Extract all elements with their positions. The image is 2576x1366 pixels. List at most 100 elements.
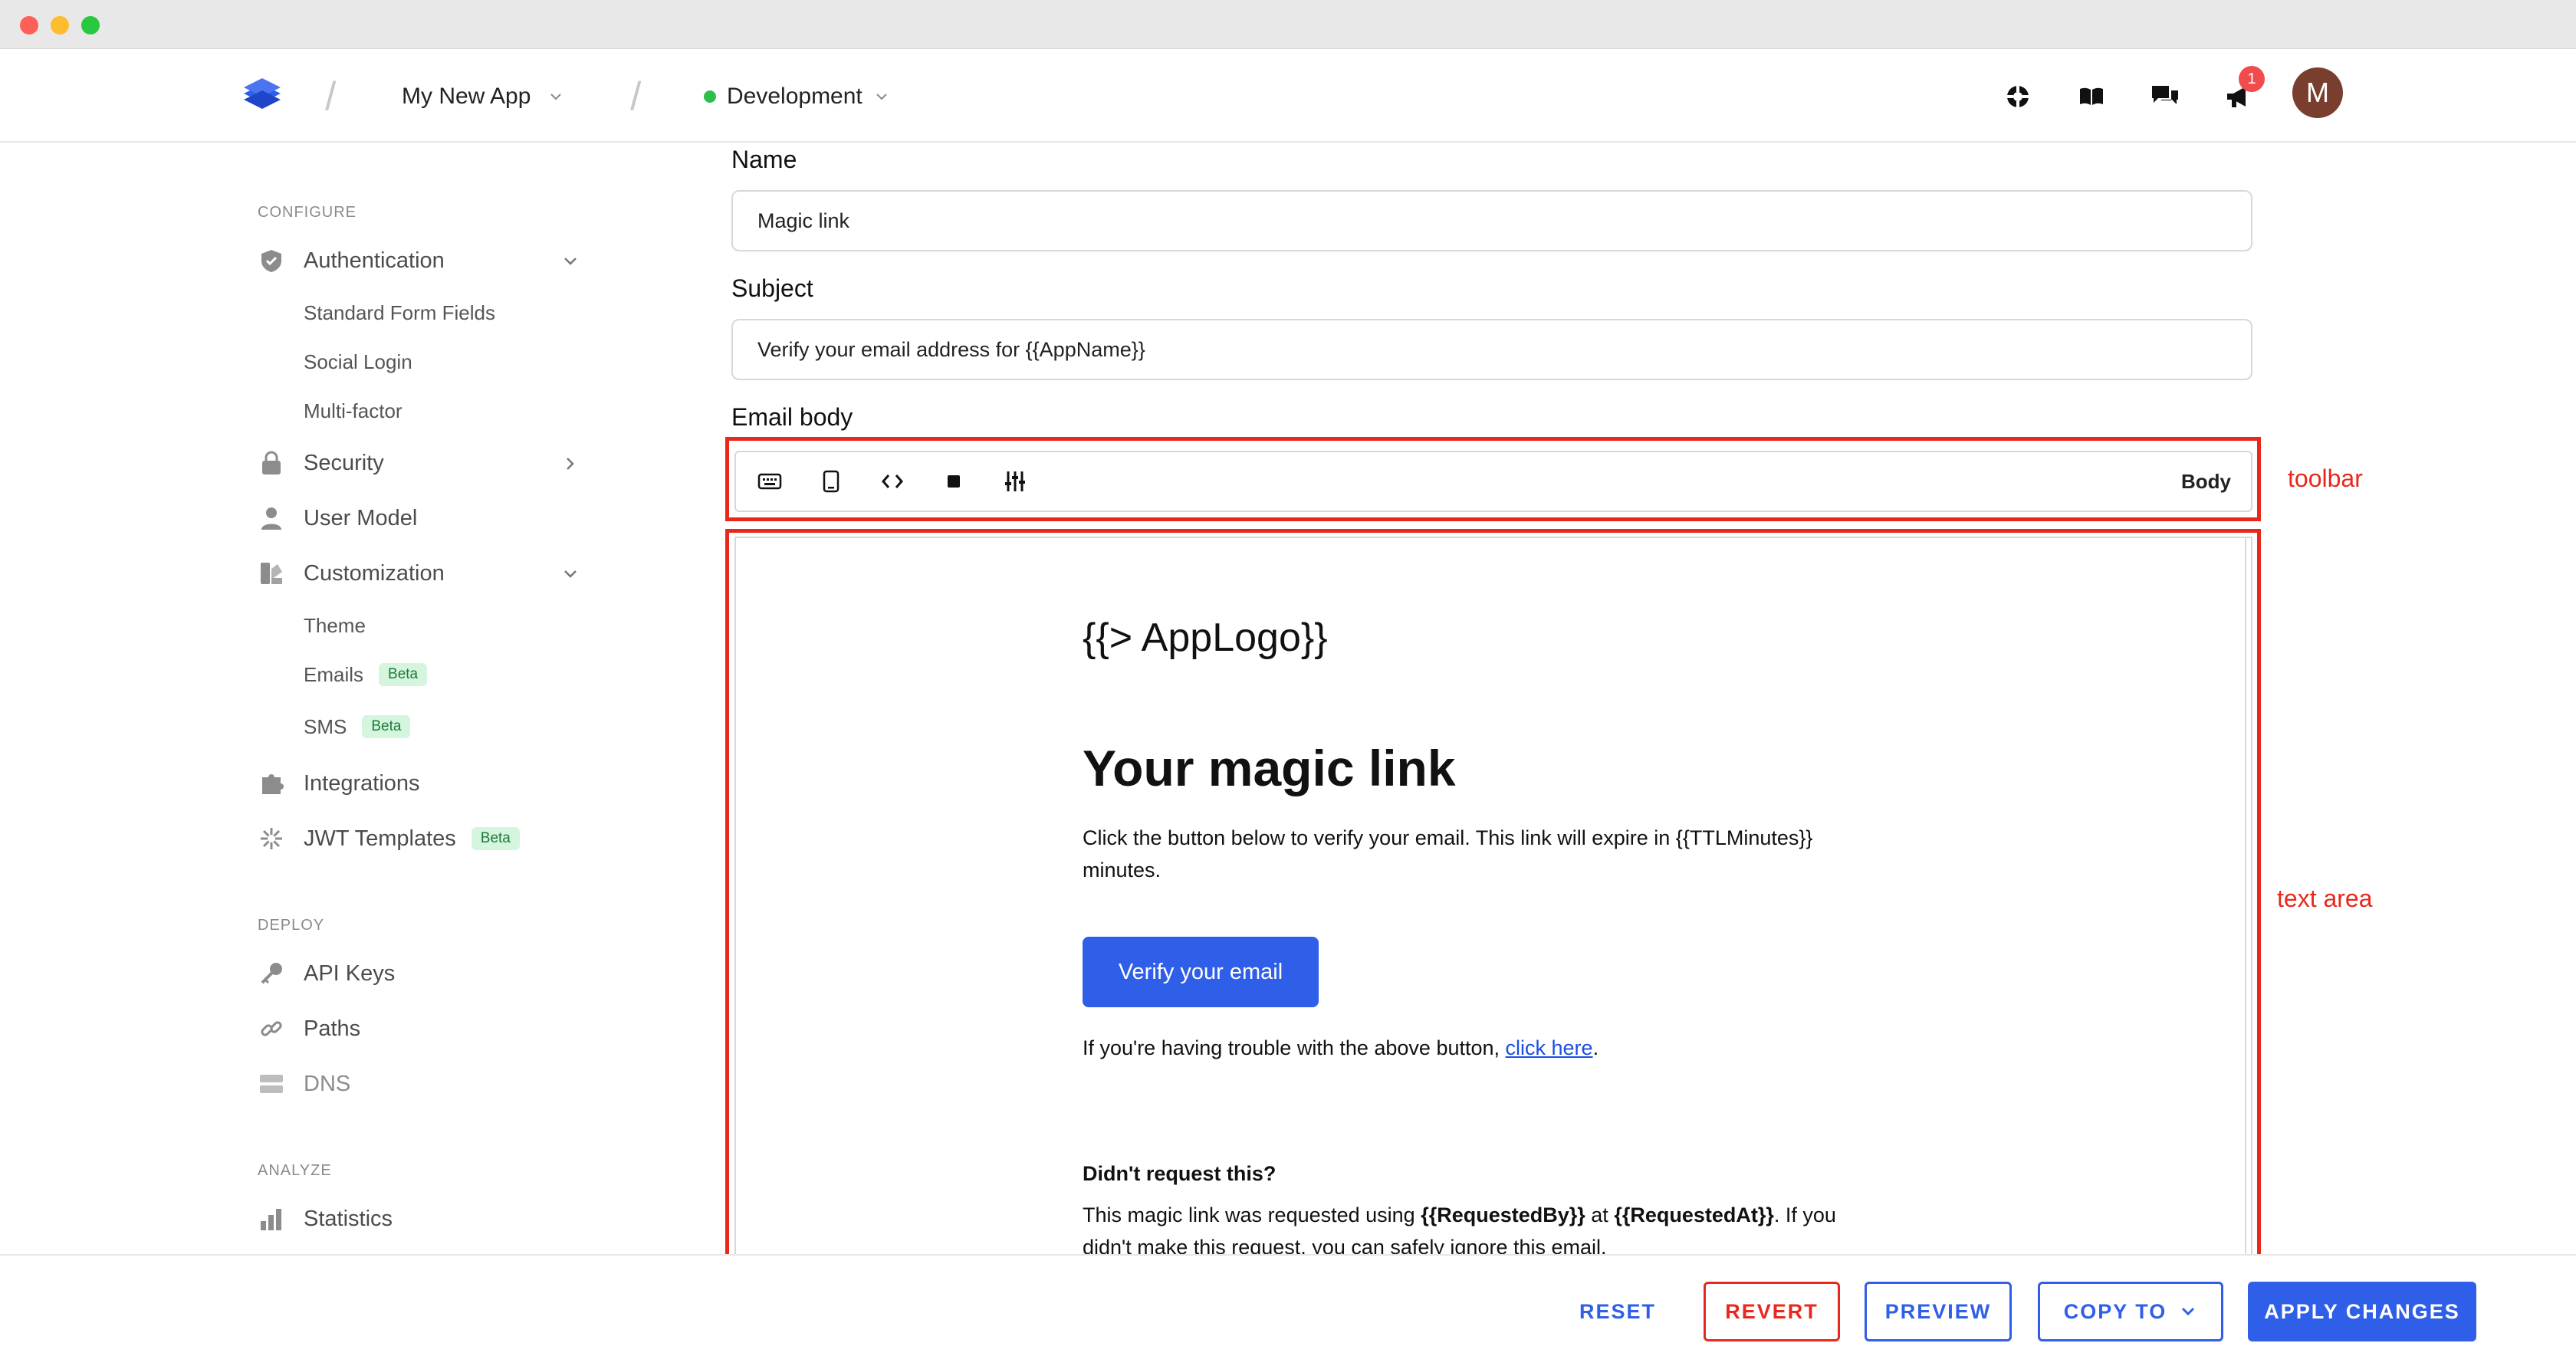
subject-label: Subject [731,274,813,302]
top-navigation: / My New App / Development 1 M [0,49,2576,143]
subject-field[interactable]: Verify your email address for {{AppName}… [731,319,2252,380]
email-logo-placeholder: {{> AppLogo}} [1083,616,1328,660]
chat-icon[interactable] [2147,78,2183,115]
section-label-analyze: ANALYZE [258,1162,332,1179]
sidebar-item-label: API Keys [304,960,396,986]
revert-button[interactable]: REVERT [1704,1282,1840,1341]
window-titlebar [0,0,2576,49]
sidebar-item-label: Security [304,450,384,475]
sidebar-item-label: Authentication [304,248,445,273]
email-footer-text: This magic link was requested using {{Re… [1083,1199,1880,1256]
mobile-view-icon[interactable] [813,463,849,500]
bar-chart-icon [258,1205,285,1233]
block-icon[interactable] [935,463,972,500]
chevron-down-icon [564,258,577,265]
editor-scrollbar[interactable] [2245,538,2246,1256]
sidebar-item-label: Emails [304,662,364,686]
sidebar-item-statistics[interactable]: Statistics [258,1200,580,1237]
sidebar-item-customization[interactable]: Customization [258,555,580,592]
click-here-link[interactable]: click here [1506,1036,1593,1059]
sidebar-item-security[interactable]: Security [258,445,580,481]
requested-by-variable: {{RequestedBy}} [1421,1203,1585,1226]
support-icon[interactable] [1999,78,2036,115]
beta-badge: Beta [379,663,428,686]
action-bar: RESET REVERT PREVIEW COPY TO APPLY CHANG… [0,1254,2576,1366]
name-field[interactable]: Magic link [731,190,2252,251]
copy-to-button[interactable]: COPY TO [2038,1282,2223,1341]
sidebar-item-authentication[interactable]: Authentication [258,242,580,279]
lock-icon [258,449,285,477]
sidebar-item-api-keys[interactable]: API Keys [258,955,580,992]
sidebar-item-multi-factor[interactable]: Multi-factor [304,396,402,426]
sidebar-item-paths[interactable]: Paths [258,1010,580,1047]
toolbar-annotation-label: toolbar [2288,465,2363,492]
sidebar-item-label: Integrations [304,770,420,796]
sidebar-item-user-model[interactable]: User Model [258,500,580,537]
email-subheading: Didn't request this? [1083,1162,1276,1185]
text-area-annotation-label: text area [2277,885,2373,912]
server-icon [258,1070,285,1098]
link-icon [258,1015,285,1043]
sidebar-item-integrations[interactable]: Integrations [258,765,580,802]
beta-badge: Beta [362,715,411,738]
sidebar-item-social-login[interactable]: Social Login [304,346,412,377]
environment-name: Development [727,84,863,109]
shield-icon [258,247,285,274]
sidebar-item-label: DNS [304,1071,351,1096]
environment-status-dot [704,90,716,103]
app-name: My New App [402,84,531,109]
email-trouble-suffix: . [1592,1036,1599,1059]
sidebar-item-label: Paths [304,1016,361,1041]
app-logo-icon[interactable] [239,71,285,117]
sidebar-item-label: User Model [304,505,418,530]
key-icon [258,960,285,987]
email-body-label: Email body [731,403,853,431]
email-intro: Click the button below to verify your em… [1083,826,1813,882]
user-avatar[interactable]: M [2292,67,2343,118]
beta-badge: Beta [471,827,520,850]
name-label: Name [731,146,797,173]
sidebar-item-emails[interactable]: Emails Beta [304,659,428,690]
paint-icon [258,560,285,587]
zoom-window-button[interactable] [81,16,100,34]
email-trouble-text: If you're having trouble with the above … [1083,1032,1880,1064]
notification-badge: 1 [2239,66,2265,92]
section-label-deploy: DEPLOY [258,917,325,934]
chevron-right-icon [567,458,574,470]
sidebar-item-dns[interactable]: DNS [258,1066,580,1102]
sidebar: CONFIGURE Authentication Standard Form F… [230,144,598,1256]
breadcrumb-separator: / [630,74,642,119]
sidebar-item-label: SMS [304,714,347,738]
sidebar-item-label: Customization [304,560,445,586]
email-footer-part: This magic link was requested using [1083,1203,1421,1226]
section-label-configure: CONFIGURE [258,204,356,221]
verify-email-button[interactable]: Verify your email [1083,937,1319,1007]
settings-sliders-icon[interactable] [997,463,1033,500]
editor-mode-label[interactable]: Body [2181,470,2231,494]
sidebar-item-sms[interactable]: SMS Beta [304,711,411,742]
email-body-editor[interactable]: {{> AppLogo}} Your magic link Click the … [734,537,2252,1257]
email-heading: Your magic link [1083,740,1456,796]
sidebar-item-standard-form-fields[interactable]: Standard Form Fields [304,297,495,328]
environment-switcher[interactable]: Development [704,80,890,113]
desktop-view-icon[interactable] [751,463,788,500]
sidebar-item-theme[interactable]: Theme [304,610,366,641]
email-trouble-prefix: If you're having trouble with the above … [1083,1036,1506,1059]
app-switcher[interactable]: My New App [402,80,564,113]
copy-to-label: COPY TO [2063,1299,2167,1323]
sidebar-item-label: JWT Templates [304,826,456,851]
sidebar-item-jwt-templates[interactable]: JWT Templates Beta [258,820,580,857]
reset-button[interactable]: RESET [1564,1282,1671,1341]
sidebar-item-label: Statistics [304,1206,393,1231]
chevron-down-icon [564,570,577,578]
editor-toolbar: Body [734,451,2252,512]
chevron-down-icon [876,94,887,100]
docs-icon[interactable] [2073,78,2110,115]
chevron-down-icon [550,94,562,100]
apply-changes-button[interactable]: APPLY CHANGES [2248,1282,2476,1341]
preview-button[interactable]: PREVIEW [1865,1282,2012,1341]
puzzle-icon [258,770,285,797]
code-view-icon[interactable] [874,463,911,500]
minimize-window-button[interactable] [51,16,69,34]
close-window-button[interactable] [20,16,38,34]
